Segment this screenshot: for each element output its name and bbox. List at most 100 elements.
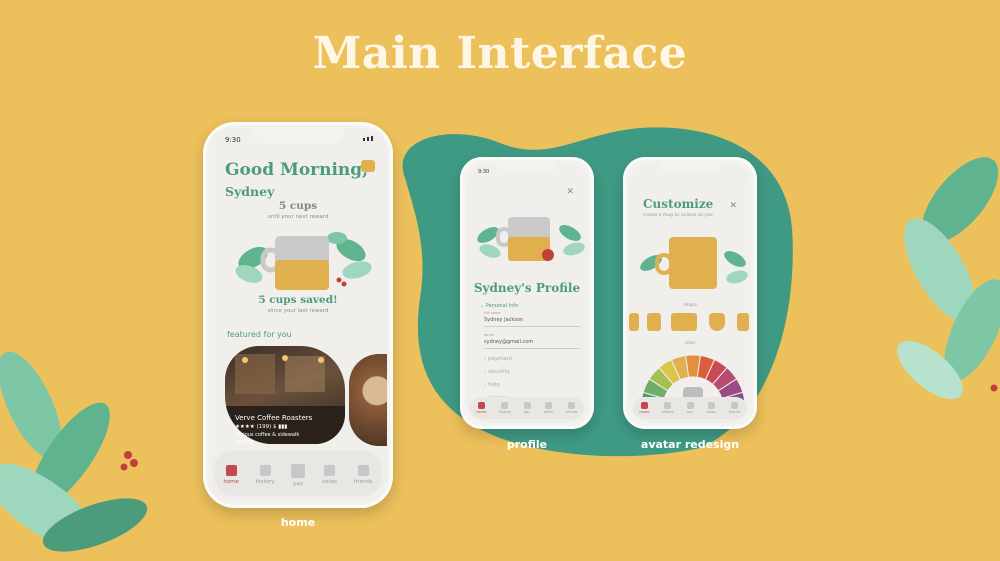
caption-avatar: avatar redesign — [640, 438, 740, 451]
mug-shape-option[interactable] — [709, 313, 725, 331]
avatar-phone-mockup: Customize create a mug as unique as you … — [623, 157, 757, 429]
mug-shape-option[interactable] — [629, 313, 639, 331]
menu-label: help — [487, 382, 500, 388]
tab-label: pay — [293, 480, 304, 487]
name-field[interactable]: Sydney Jackson — [484, 317, 523, 323]
page-title: Main Interface — [312, 28, 688, 79]
votes-icon — [323, 465, 335, 476]
divider — [484, 348, 580, 349]
greeting-text: Good Morning, — [225, 160, 369, 180]
bottom-tab-bar: home history pay votes friends — [215, 454, 381, 496]
tab-label: pay — [686, 410, 694, 414]
pay-icon — [291, 463, 306, 478]
tab-friends[interactable]: friends — [729, 402, 741, 414]
tab-home[interactable]: home — [223, 465, 239, 485]
tab-pay[interactable]: pay — [686, 402, 694, 414]
customize-subtitle: create a mug as unique as you — [643, 213, 713, 218]
tab-votes[interactable]: votes — [706, 402, 716, 414]
tab-label: friends — [728, 410, 741, 414]
pay-icon — [523, 402, 531, 409]
tab-pay[interactable]: pay — [523, 402, 531, 414]
tab-friends[interactable]: friends — [354, 465, 373, 485]
home-screen: 9:30 Good Morning, Sydney 5 cups until y… — [209, 128, 387, 502]
tab-label: friends — [353, 479, 373, 485]
featured-card-rating: ★★★★ (199) $ ▮▮▮ — [235, 424, 288, 430]
mug-illustration — [235, 232, 372, 290]
tab-history[interactable]: history — [499, 402, 511, 414]
bottom-tab-bar: home history pay votes friends — [470, 397, 584, 419]
votes-icon — [544, 402, 552, 409]
menu-label: payment — [487, 356, 513, 362]
mug-shape-option-selected[interactable] — [671, 313, 697, 331]
avatar-screen: Customize create a mug as unique as you … — [629, 163, 751, 423]
profile-phone-mockup: 9:30 ✕ Sydney's Profile ⌄ Personal Info … — [460, 157, 594, 429]
history-icon — [664, 402, 672, 409]
tab-label: votes — [543, 410, 553, 414]
tab-label: home — [639, 410, 650, 414]
latte-art-image[interactable] — [349, 354, 387, 446]
tab-history[interactable]: history — [256, 465, 275, 485]
tab-label: history — [255, 479, 275, 485]
section-label: Personal Info — [485, 303, 519, 309]
leaf-cluster-right — [897, 157, 1000, 400]
tab-label: history — [498, 410, 511, 414]
status-time: 9:30 — [478, 169, 490, 175]
history-icon — [259, 465, 271, 476]
tab-friends[interactable]: friends — [566, 402, 578, 414]
tab-history[interactable]: history — [662, 402, 674, 414]
customize-title: Customize — [643, 197, 714, 211]
featured-card-title: Verve Coffee Roasters — [235, 414, 313, 422]
greeting-heading: Good Morning, Sydney — [225, 158, 368, 201]
caption-profile: profile — [506, 438, 548, 451]
caption-home: home — [280, 516, 316, 529]
history-icon — [501, 402, 509, 409]
tab-label: home — [476, 410, 487, 414]
home-icon — [225, 465, 237, 476]
friends-icon — [357, 465, 369, 476]
mug-shape-option[interactable] — [647, 313, 661, 331]
featured-card-description: Serious coffee & sidewalk seating — [235, 432, 300, 445]
menu-item-payment[interactable]: › payment — [484, 356, 512, 362]
name-field-label: full name — [484, 311, 501, 315]
color-label: color — [684, 341, 696, 346]
tab-votes[interactable]: votes — [322, 465, 337, 485]
menu-item-help[interactable]: › help — [484, 382, 500, 388]
leaf-cluster-left — [0, 351, 148, 552]
cups-saved-caption: since your last reward — [267, 308, 329, 314]
menu-item-security[interactable]: › security — [484, 369, 510, 375]
profile-screen: 9:30 ✕ Sydney's Profile ⌄ Personal Info … — [466, 163, 588, 423]
home-icon — [477, 402, 485, 409]
votes-icon — [707, 402, 715, 409]
rewards-icon[interactable] — [361, 160, 375, 172]
cups-saved: 5 cups saved! — [258, 294, 338, 306]
tab-pay[interactable]: pay — [291, 463, 306, 487]
tab-label: pay — [523, 410, 531, 414]
cups-left: 5 cups — [278, 200, 318, 212]
featured-heading: featured for you — [227, 330, 292, 339]
pay-icon — [686, 402, 694, 409]
close-icon[interactable]: ✕ — [566, 187, 574, 197]
email-field[interactable]: sydney@gmail.com — [484, 339, 533, 345]
phone-notch — [497, 163, 557, 174]
mug-shape-option[interactable] — [737, 313, 749, 331]
profile-mug-avatar — [477, 217, 585, 261]
home-phone-mockup: 9:30 Good Morning, Sydney 5 cups until y… — [203, 122, 393, 508]
email-field-label: email — [484, 333, 494, 337]
close-icon[interactable]: ✕ — [729, 201, 737, 211]
tab-label: votes — [321, 479, 337, 485]
bottom-tab-bar: home history pay votes friends — [633, 397, 747, 419]
user-name: Sydney — [225, 183, 275, 199]
menu-label: security — [487, 369, 510, 375]
personal-info-section[interactable]: ⌄ Personal Info — [480, 303, 518, 309]
divider — [484, 326, 580, 327]
tab-votes[interactable]: votes — [543, 402, 553, 414]
tab-home[interactable]: home — [476, 402, 486, 414]
tab-label: friends — [565, 410, 578, 414]
phone-notch — [252, 128, 344, 144]
friends-icon — [731, 402, 739, 409]
home-icon — [640, 402, 648, 409]
shape-label: shape — [683, 303, 697, 308]
tab-label: votes — [706, 410, 716, 414]
profile-title: Sydney's Profile — [473, 281, 581, 295]
tab-home[interactable]: home — [639, 402, 649, 414]
